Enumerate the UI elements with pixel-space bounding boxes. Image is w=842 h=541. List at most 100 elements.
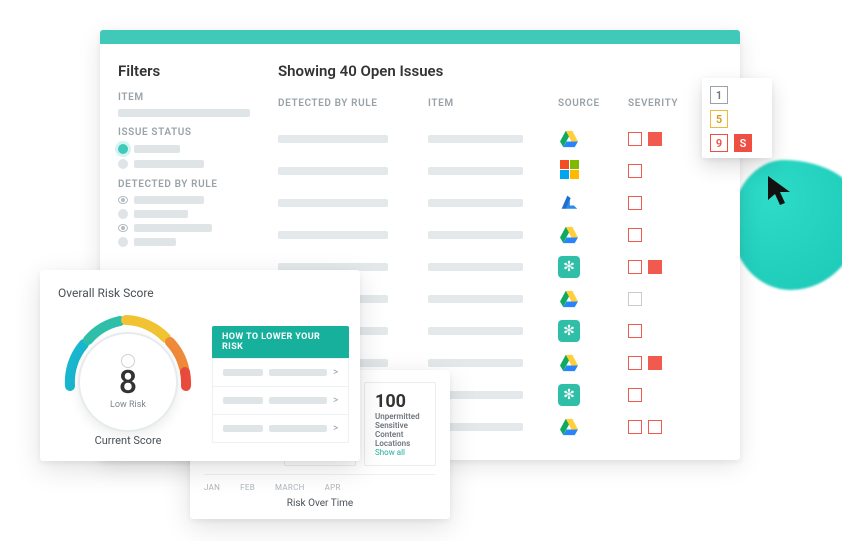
cursor-icon xyxy=(766,174,796,212)
gdrive-icon xyxy=(558,416,580,438)
month-label: FEB xyxy=(240,483,255,492)
severity-cell xyxy=(628,356,718,370)
gdrive-icon xyxy=(558,352,580,374)
tealapp-icon xyxy=(558,384,580,406)
col-header-rule[interactable]: DETECTED BY RULE xyxy=(278,98,428,109)
eye-icon xyxy=(118,196,128,204)
filter-status-option[interactable] xyxy=(118,144,250,154)
lower-risk-item[interactable]: > xyxy=(213,358,348,386)
eye-icon xyxy=(118,224,128,232)
severity-box-outline xyxy=(628,228,642,242)
option-placeholder xyxy=(134,238,176,246)
severity-box-outline xyxy=(628,356,642,370)
month-label: MARCH xyxy=(275,483,305,492)
col-header-item[interactable]: ITEM xyxy=(428,98,558,109)
severity-box-filled xyxy=(648,356,662,370)
text-placeholder xyxy=(269,425,327,432)
radio-icon xyxy=(118,159,128,169)
current-score-label: Current Score xyxy=(58,434,198,447)
lower-risk-panel: HOW TO LOWER YOUR RISK > > > xyxy=(212,326,349,443)
risk-score-label: Low Risk xyxy=(110,400,146,410)
legend-row[interactable]: 1 xyxy=(710,86,764,104)
severity-box-outline xyxy=(628,324,642,338)
option-placeholder xyxy=(134,160,204,168)
severity-box-outline xyxy=(628,388,642,402)
risk-score-card: Overall Risk Score 8 Low Risk Current Sc… xyxy=(40,270,360,461)
stat-locations-number: 100 xyxy=(375,391,425,412)
filter-rule-option[interactable] xyxy=(118,237,250,247)
stat-locations-label: Unpermitted Sensitive Content Locations xyxy=(375,412,425,448)
microsoft-icon xyxy=(558,160,580,182)
filter-rule-option[interactable] xyxy=(118,196,250,204)
option-placeholder xyxy=(134,210,188,218)
radio-active-icon xyxy=(118,144,128,154)
legend-box-1: 1 xyxy=(710,86,728,104)
month-label: APR xyxy=(325,483,341,492)
table-row[interactable] xyxy=(278,219,718,251)
chevron-right-icon: > xyxy=(333,423,338,434)
severity-cell xyxy=(628,324,718,338)
filter-rule-option[interactable] xyxy=(118,209,250,219)
table-row[interactable] xyxy=(278,155,718,187)
gdrive-icon xyxy=(558,224,580,246)
severity-box-gray xyxy=(628,292,642,306)
filters-title: Filters xyxy=(118,62,250,80)
item-placeholder xyxy=(428,263,523,271)
text-placeholder xyxy=(269,369,327,376)
stat-locations[interactable]: 100 Unpermitted Sensitive Content Locati… xyxy=(364,382,436,466)
table-row[interactable] xyxy=(278,123,718,155)
option-placeholder xyxy=(134,224,212,232)
lower-risk-item[interactable]: > xyxy=(213,414,348,442)
risk-over-time-label: Risk Over Time xyxy=(204,498,436,509)
filter-item-placeholder xyxy=(118,109,250,117)
legend-row[interactable]: 5 xyxy=(710,110,764,128)
legend-row[interactable]: 9 S xyxy=(710,134,764,152)
risk-title: Overall Risk Score xyxy=(58,286,342,300)
severity-cell xyxy=(628,420,718,434)
table-row[interactable] xyxy=(278,187,718,219)
severity-box-outline xyxy=(648,420,662,434)
filter-status-option[interactable] xyxy=(118,159,250,169)
severity-box-filled xyxy=(648,132,662,146)
filter-item-label: ITEM xyxy=(118,92,250,103)
gdrive-icon xyxy=(558,128,580,150)
column-headers: DETECTED BY RULE ITEM SOURCE SEVERITY xyxy=(278,98,718,109)
text-placeholder xyxy=(223,425,263,432)
severity-cell xyxy=(628,228,718,242)
option-placeholder xyxy=(134,145,180,153)
gauge-center: 8 Low Risk xyxy=(78,332,178,432)
severity-box-outline xyxy=(628,164,642,178)
severity-cell xyxy=(628,164,718,178)
severity-cell xyxy=(628,292,718,306)
lower-risk-item[interactable]: > xyxy=(213,386,348,414)
col-header-source[interactable]: SOURCE xyxy=(558,98,628,109)
item-placeholder xyxy=(428,135,523,143)
month-label: JAN xyxy=(204,483,220,492)
filter-rule-option[interactable] xyxy=(118,224,250,232)
rule-placeholder xyxy=(278,135,388,143)
lower-risk-heading: HOW TO LOWER YOUR RISK xyxy=(212,326,349,358)
severity-box-filled xyxy=(648,260,662,274)
stat-locations-link[interactable]: Show all xyxy=(375,448,425,457)
timeline-months: JAN FEB MARCH APR xyxy=(204,474,436,492)
item-placeholder xyxy=(428,359,523,367)
item-placeholder xyxy=(428,199,523,207)
gdrive-icon xyxy=(558,288,580,310)
filter-status-label: ISSUE STATUS xyxy=(118,127,250,138)
card-accent-bar xyxy=(100,30,740,44)
rule-placeholder xyxy=(278,231,388,239)
tealapp-icon xyxy=(558,256,580,278)
severity-cell xyxy=(628,196,718,210)
rule-placeholder xyxy=(278,167,388,175)
text-placeholder xyxy=(223,397,263,404)
tealapp-icon xyxy=(558,320,580,342)
severity-box-outline xyxy=(628,196,642,210)
gauge: 8 Low Risk Current Score xyxy=(58,308,198,447)
severity-cell xyxy=(628,388,718,402)
severity-box-outline xyxy=(628,132,642,146)
text-placeholder xyxy=(269,397,327,404)
chevron-right-icon: > xyxy=(333,367,338,378)
item-placeholder xyxy=(428,327,523,335)
azure-icon xyxy=(558,192,580,214)
severity-cell xyxy=(628,260,718,274)
